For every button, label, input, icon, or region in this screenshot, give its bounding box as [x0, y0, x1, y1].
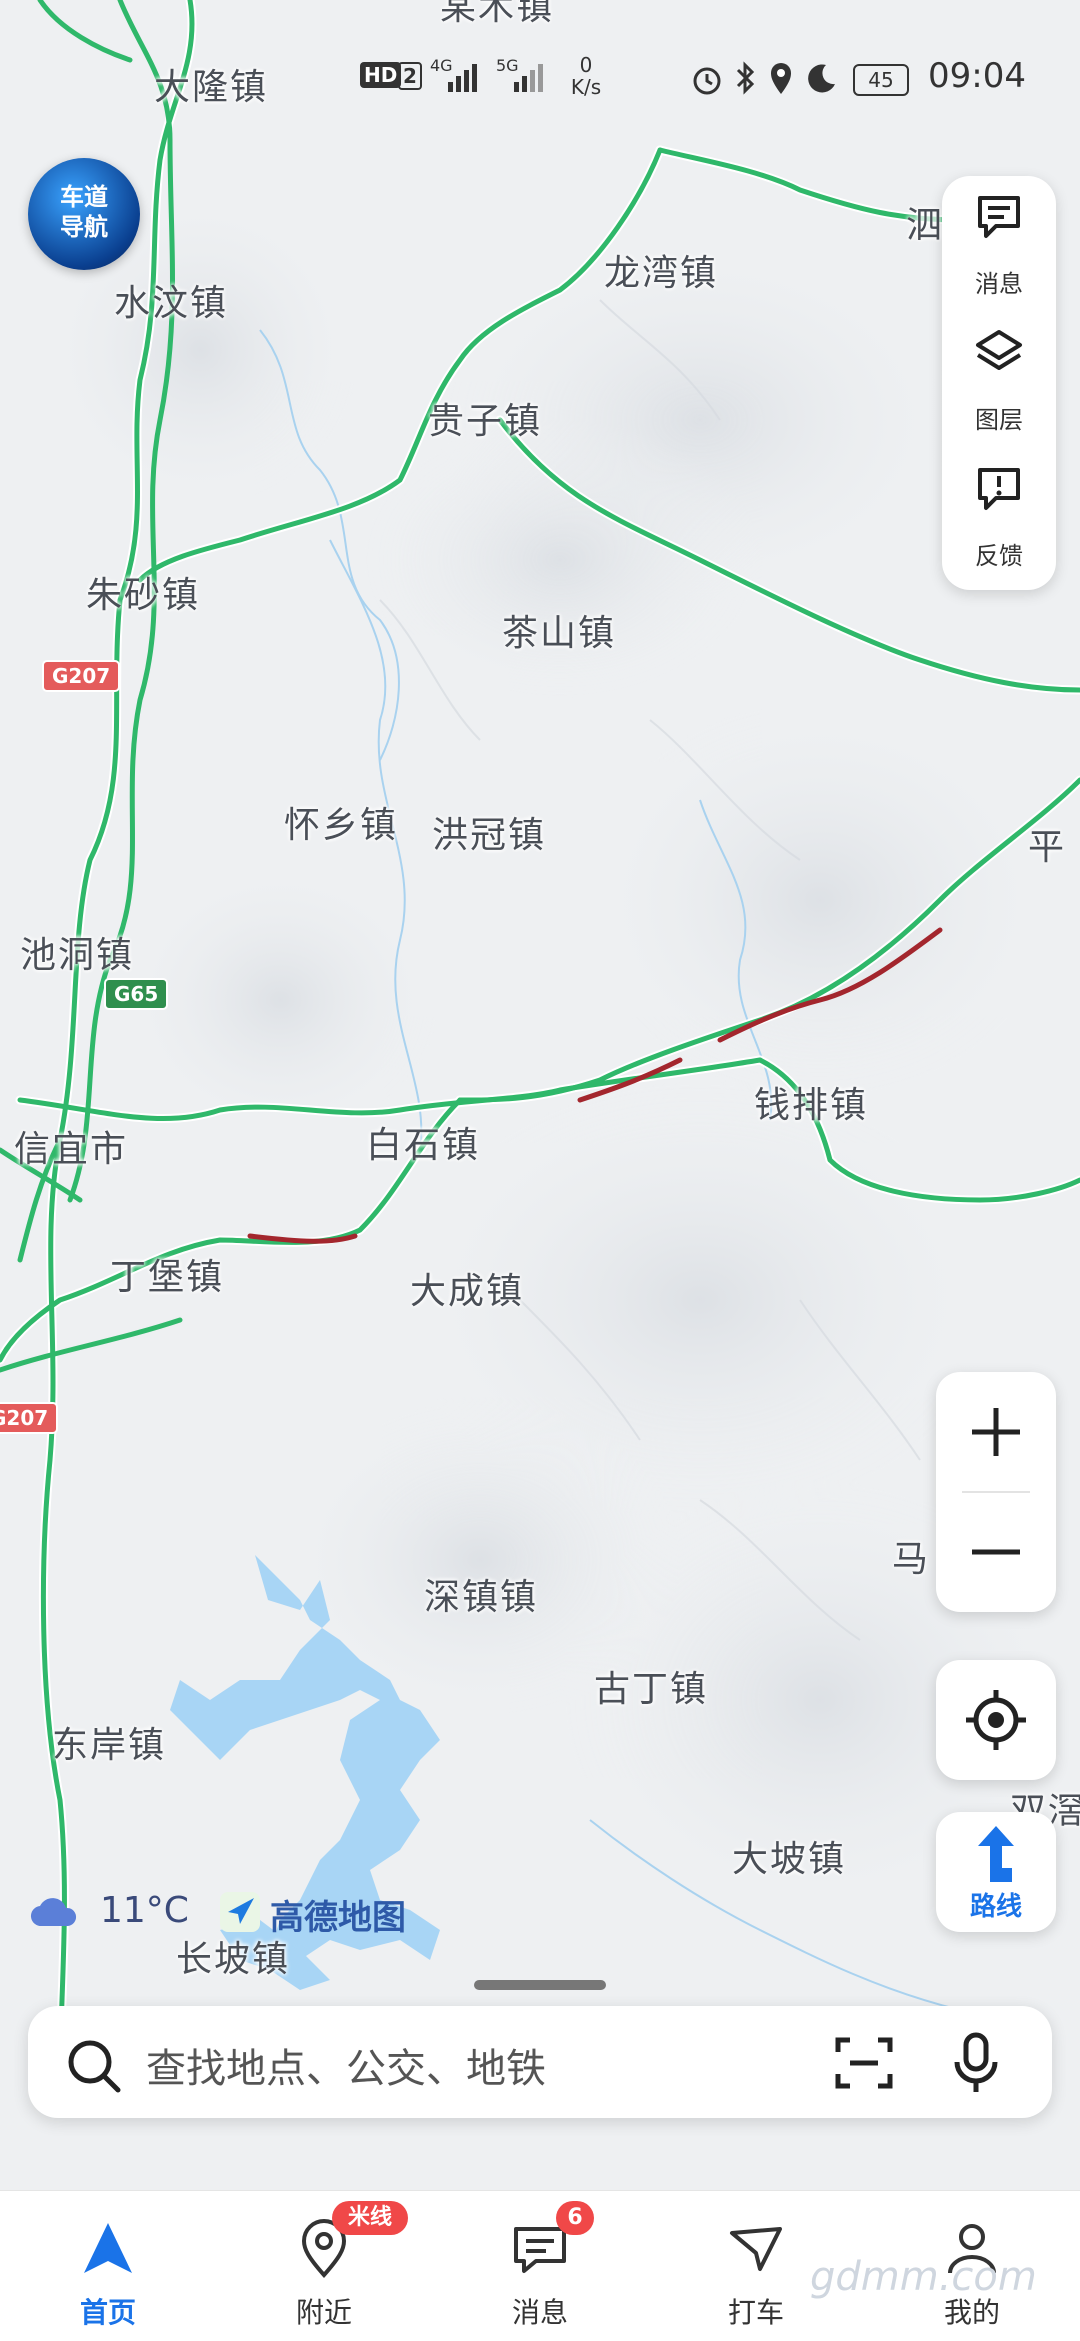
place-label: 丁堡镇 — [110, 1257, 225, 1298]
route-arrow-icon — [978, 1826, 1014, 1882]
place-label: 水汶镇 — [114, 283, 229, 324]
signal-5g-icon — [514, 64, 543, 92]
tab-messages[interactable]: 6 消息 — [432, 2191, 648, 2341]
place-label: 信宜市 — [14, 1129, 129, 1170]
place-label: 大坡镇 — [732, 1839, 847, 1880]
place-label: 深镇镇 — [424, 1577, 539, 1618]
amap-logo-text: 高德地图 — [270, 1898, 406, 1938]
zoom-in-button[interactable] — [972, 1402, 1020, 1462]
weather-temperature: 11°C — [100, 1890, 189, 1931]
zoom-out-button[interactable] — [972, 1522, 1020, 1582]
place-label: 洪冠镇 — [432, 815, 547, 856]
place-label: 朱砂镇 — [86, 575, 201, 616]
place-label: 东岸镇 — [52, 1725, 167, 1766]
layers-tool-label: 图层 — [975, 406, 1023, 434]
layers-tool-button[interactable]: 图层 — [942, 312, 1056, 442]
search-icon — [68, 2040, 121, 2093]
status-bar: HD 2 4G 5G 0 K/s 45 09:04 — [0, 0, 1080, 150]
place-label: 贵子镇 — [428, 401, 543, 442]
lane-navigation-button[interactable]: 车道 导航 — [28, 158, 140, 270]
drag-handle[interactable] — [474, 1980, 606, 1990]
locate-button[interactable] — [936, 1660, 1056, 1780]
battery-indicator: 45 — [853, 64, 909, 96]
nearby-badge: 米线 — [332, 2201, 408, 2235]
map-tools-panel: 消息 图层 反馈 — [942, 176, 1056, 590]
place-label: 池洞镇 — [20, 935, 135, 976]
place-label: 泗 — [906, 205, 945, 246]
feedback-icon — [978, 468, 1020, 510]
search-input[interactable]: 查找地点、公交、地铁 — [146, 2036, 546, 2094]
dnd-moon-icon — [808, 64, 835, 93]
lane-nav-label-1: 车道 — [60, 183, 108, 211]
feedback-tool-label: 反馈 — [975, 542, 1023, 570]
watermark: gdmm.com — [810, 2254, 1037, 2300]
route-label: 路线 — [969, 1892, 1022, 1922]
place-label: 龙湾镇 — [604, 253, 719, 294]
place-label: 茶山镇 — [502, 613, 617, 654]
place-label: 怀乡镇 — [284, 805, 399, 846]
lane-nav-label-2: 导航 — [60, 213, 108, 241]
messages-badge: 6 — [556, 2201, 594, 2235]
place-label: 大成镇 — [410, 1271, 525, 1312]
zoom-control — [936, 1372, 1056, 1612]
sim-indicator: 2 — [398, 62, 422, 90]
scan-icon[interactable] — [834, 2036, 894, 2090]
layers-icon — [976, 330, 1022, 370]
microphone-icon[interactable] — [952, 2032, 1000, 2094]
place-label: 平 — [1028, 827, 1067, 868]
messages-tool-button[interactable]: 消息 — [942, 176, 1056, 306]
map-canvas[interactable] — [0, 0, 1080, 2190]
taxi-flag-icon — [730, 2227, 782, 2271]
tab-nearby[interactable]: 米线 附近 — [216, 2191, 432, 2341]
place-label: 钱排镇 — [754, 1085, 869, 1126]
signal-4g-icon — [448, 64, 477, 92]
alarm-icon — [693, 67, 721, 95]
message-icon — [978, 196, 1020, 238]
hd-icon: HD — [360, 62, 402, 88]
search-bar[interactable]: 查找地点、公交、地铁 — [28, 2006, 1052, 2118]
tab-home[interactable]: 首页 — [0, 2191, 216, 2341]
place-label: 古丁镇 — [594, 1669, 709, 1710]
place-label: 马 — [892, 1539, 931, 1580]
feedback-tool-button[interactable]: 反馈 — [942, 448, 1056, 578]
clock-time: 09:04 — [928, 56, 1026, 96]
tab-home-label: 首页 — [79, 2296, 136, 2329]
location-icon — [771, 63, 791, 94]
messages-tool-label: 消息 — [975, 270, 1023, 298]
tab-messages-label: 消息 — [511, 2296, 568, 2329]
amap-logo-icon — [220, 1892, 260, 1932]
tab-nearby-label: 附近 — [295, 2296, 352, 2329]
network-speed: 0 K/s — [570, 53, 602, 99]
road-shield-g207: G207 — [0, 1402, 59, 1434]
zoom-divider — [962, 1491, 1030, 1493]
navigation-arrow-icon — [84, 2223, 132, 2273]
crosshair-icon — [966, 1690, 1026, 1750]
route-button[interactable]: 路线 — [936, 1812, 1056, 1932]
cloud-icon — [30, 1898, 77, 1927]
road-shield-g65: G65 — [104, 978, 169, 1010]
bluetooth-icon — [736, 61, 755, 95]
place-label: 白石镇 — [366, 1125, 481, 1166]
road-shield-g207: G207 — [42, 660, 121, 692]
